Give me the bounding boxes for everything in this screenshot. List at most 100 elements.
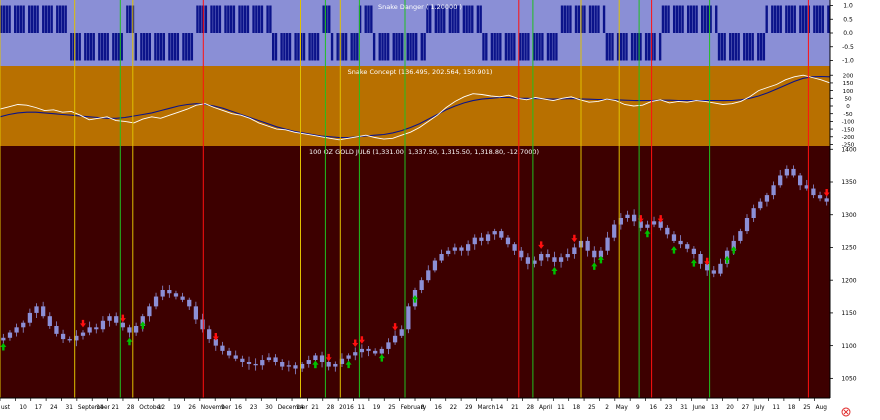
candle-body	[519, 250, 524, 258]
y-tick-label: -100	[842, 120, 855, 126]
gold-price-panel	[0, 146, 830, 398]
candle-body	[326, 362, 331, 367]
y-tick-label: 1250	[841, 245, 856, 252]
snake-danger-bar	[490, 33, 494, 61]
snake-danger-bar	[210, 5, 213, 33]
candle-body	[220, 345, 225, 351]
snake-danger-bar	[8, 5, 11, 33]
x-tick-label: 16	[235, 405, 243, 411]
snake-danger-bar	[605, 33, 609, 61]
candle-body	[764, 195, 770, 202]
candle-body	[817, 195, 823, 199]
snake-danger-bar	[412, 33, 415, 61]
snake-danger-bar	[773, 5, 777, 33]
candle-body	[565, 254, 570, 258]
snake-danger-bar	[762, 33, 766, 61]
snake-danger-bar	[776, 5, 780, 33]
x-tick-label: 2016	[339, 405, 354, 411]
candle-body	[479, 237, 484, 241]
snake-danger-bar	[145, 33, 149, 61]
snake-danger-bar	[199, 5, 202, 33]
candle-body	[771, 185, 776, 196]
snake-danger-bar	[36, 5, 39, 33]
x-tick-label: July	[753, 405, 765, 411]
snake-danger-bar	[538, 33, 541, 61]
snake-danger-bar	[162, 33, 166, 61]
snake-danger-bar	[597, 5, 600, 33]
x-tick-label: 17	[35, 405, 43, 411]
candle-body	[406, 306, 411, 330]
y-tick-label: 1150	[841, 310, 856, 317]
candle-body	[419, 280, 424, 290]
snake-concept-panel	[0, 66, 830, 146]
snake-danger-bar	[689, 5, 693, 33]
snake-danger-bar	[378, 33, 381, 61]
snake-danger-bar	[653, 33, 656, 61]
candle-body	[346, 355, 351, 359]
x-tick-label: 12	[158, 405, 166, 411]
candle-body	[784, 168, 789, 176]
candle-body	[34, 306, 39, 313]
snake-danger-bar	[58, 5, 62, 33]
candle-body	[558, 257, 564, 262]
candle-body	[1, 337, 6, 341]
snake-danger-bar	[5, 5, 8, 33]
snake-danger-bar	[647, 33, 651, 61]
candle-body	[585, 240, 590, 251]
candle-body	[426, 270, 431, 281]
snake-danger-bar	[748, 33, 752, 61]
snake-danger-bar	[815, 5, 819, 33]
snake-danger-bar	[751, 33, 754, 61]
snake-danger-bar	[622, 33, 625, 61]
snake-danger-bar	[2, 5, 6, 33]
snake-danger-bar	[260, 5, 264, 33]
snake-danger-bar	[415, 33, 418, 61]
snake-danger-bar	[173, 33, 177, 61]
y-tick-label: 1050	[841, 376, 856, 383]
snake-danger-bar	[552, 33, 555, 61]
snake-danger-bar	[765, 5, 768, 33]
snake-danger-bar	[238, 5, 241, 33]
snake-danger-bar	[353, 33, 356, 61]
candle-body	[180, 296, 185, 300]
candle-body	[246, 362, 252, 364]
snake-danger-bar	[78, 33, 81, 61]
snake-danger-bar	[793, 5, 796, 33]
x-tick-label: 11	[773, 405, 781, 411]
snake-concept-title: Snake Concept (136.495, 202.564, 150.901…	[348, 68, 493, 76]
snake-danger-bar	[92, 33, 95, 61]
snake-danger-bar	[342, 33, 345, 61]
y-tick-label: 0.5	[843, 16, 853, 23]
x-tick-label: 14	[296, 405, 304, 411]
snake-danger-bar	[591, 5, 595, 33]
snake-danger-bar	[328, 5, 331, 33]
snake-danger-bar	[521, 33, 524, 61]
y-tick-label: 100	[843, 89, 854, 95]
x-tick-label: ust	[1, 405, 11, 411]
x-tick-label: 25	[588, 405, 596, 411]
snake-danger-bar	[176, 33, 180, 61]
snake-danger-bar	[630, 33, 634, 61]
snake-danger-bar	[370, 5, 373, 33]
snake-danger-bar	[504, 33, 508, 61]
snake-danger-bar	[134, 33, 137, 61]
snake-danger-bar	[723, 33, 726, 61]
candle-body	[625, 214, 630, 218]
candle-body	[167, 290, 172, 294]
snake-danger-bar	[269, 5, 272, 33]
snake-danger-bar	[569, 5, 572, 33]
y-tick-label: 200	[843, 73, 854, 79]
snake-danger-bar	[28, 5, 31, 33]
snake-danger-bar	[681, 5, 684, 33]
candle-body	[107, 316, 112, 321]
snake-danger-bar	[64, 5, 67, 33]
snake-danger-bar	[196, 5, 199, 33]
snake-danger-bar	[47, 5, 51, 33]
snake-danger-bar	[255, 5, 258, 33]
snake-danger-bar	[86, 33, 90, 61]
snake-danger-bar	[187, 33, 191, 61]
snake-danger-bar	[257, 5, 261, 33]
snake-danger-bar	[286, 33, 289, 61]
x-tick-label: 14	[496, 405, 504, 411]
snake-danger-bar	[757, 33, 760, 61]
